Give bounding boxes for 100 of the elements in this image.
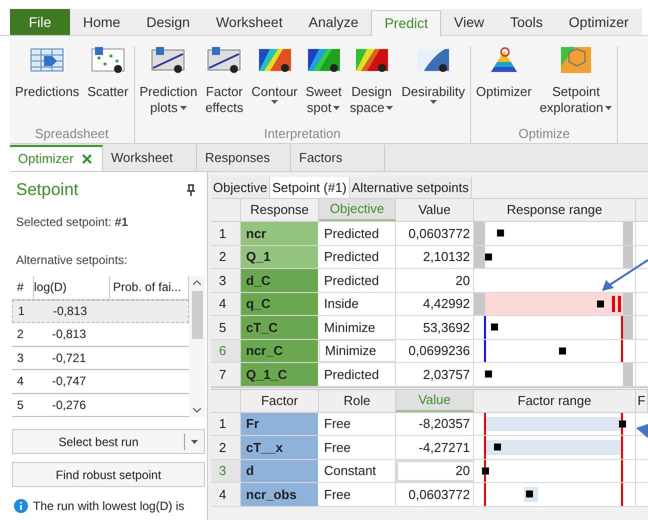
ribbon-button[interactable]: Factor effects	[204, 46, 244, 116]
document-tab[interactable]: Responses	[197, 145, 291, 171]
panel-title: Setpoint	[16, 179, 78, 201]
info-text: The run with lowest log(D) is	[33, 498, 184, 515]
file-tab[interactable]: File	[10, 9, 70, 35]
ribbon-tab[interactable]: Home	[70, 9, 134, 35]
column-header: F	[636, 390, 648, 412]
find-robust-setpoint-button[interactable]: Find robust setpoint	[12, 462, 205, 487]
table-cell: -4,27271	[396, 436, 474, 458]
row-number: 1	[211, 412, 241, 435]
table-cell: Constant	[319, 460, 396, 482]
column-header: Response range	[474, 199, 636, 221]
plot-icon	[151, 46, 186, 74]
setpoint-row[interactable]: 3 -0,721	[12, 346, 189, 370]
row-number: 3	[211, 269, 241, 292]
ribbon-button[interactable]: Desirability	[400, 46, 466, 104]
ribbon-button[interactable]: Setpoint exploration	[538, 46, 614, 116]
row-number: 2	[211, 246, 241, 268]
alternatives-label: Alternative setpoints:	[15, 252, 128, 268]
ribbon-tab[interactable]: Tools	[497, 9, 556, 35]
close-icon[interactable]	[82, 154, 92, 164]
row-number: 3	[211, 460, 241, 482]
name-cell: Q_1_C	[241, 363, 319, 386]
name-cell: ncr	[241, 222, 319, 244]
row-number: 1	[211, 222, 241, 244]
ribbon-button[interactable]: Contour	[250, 46, 299, 104]
name-cell: cT_C	[241, 316, 319, 338]
select-best-run-button[interactable]: Select best run	[12, 429, 205, 454]
name-cell: cT__x	[241, 436, 319, 458]
table-cell: -8,20357	[396, 412, 474, 435]
selected-setpoint-text: Selected setpoint: #1	[15, 214, 130, 230]
table-cell: Minimize	[319, 316, 396, 338]
table-cell: 20	[396, 460, 474, 482]
scrollbar-thumb[interactable]	[192, 290, 202, 338]
scatter-icon	[90, 46, 125, 74]
contour-plot-icon	[258, 46, 292, 74]
table-cell: Predicted	[319, 246, 396, 268]
ribbon-group-label: Spreadsheet	[34, 124, 109, 143]
name-cell: ncr_C	[241, 340, 319, 362]
ribbon-tab[interactable]: Optimizer	[556, 9, 642, 35]
ribbon-button[interactable]: Design space	[348, 46, 394, 116]
name-cell: ncr_obs	[241, 483, 319, 506]
name-cell: d	[241, 460, 319, 482]
ribbon-button[interactable]: Prediction plots	[138, 46, 198, 116]
column-header: Factor	[241, 390, 319, 412]
row-number: 2	[211, 436, 241, 458]
info-icon	[14, 499, 28, 513]
ribbon-tab[interactable]: Predict	[371, 10, 442, 36]
name-cell: q_C	[241, 292, 319, 315]
ribbon-tab[interactable]: Worksheet	[202, 9, 296, 35]
setpoint-row[interactable]: 1 -0,813	[12, 300, 189, 323]
table-cell: 0,0603772	[396, 483, 474, 506]
table-cell: Free	[319, 436, 396, 458]
document-tab[interactable]: Optimizer	[10, 145, 103, 171]
table-cell: 2,03757	[396, 363, 474, 386]
row-number: 6	[211, 340, 241, 362]
column-header: #	[12, 276, 34, 298]
ribbon-group-label: Interpretation	[264, 124, 341, 143]
sub-tab[interactable]: Alternative setpoints	[350, 177, 472, 198]
document-tab[interactable]: Factors	[291, 145, 385, 171]
ribbon-button[interactable]: Scatter	[86, 46, 130, 100]
table-cell: 20	[396, 269, 474, 292]
document-tab[interactable]: Worksheet	[103, 145, 197, 171]
table-cell: Minimize	[319, 340, 396, 362]
table-icon	[30, 46, 64, 74]
annotation-arrow	[600, 258, 648, 294]
desirability-icon	[416, 46, 450, 74]
scroll-up-icon[interactable]	[193, 280, 201, 284]
table-cell: 53,3692	[396, 316, 474, 338]
scrollbar[interactable]	[189, 276, 205, 417]
scroll-down-icon[interactable]	[193, 408, 201, 413]
ribbon-group-label: Optimize	[518, 124, 570, 143]
plot-icon	[207, 46, 242, 74]
column-header: Factor range	[474, 390, 636, 412]
row-number: 4	[211, 483, 241, 506]
ribbon-button[interactable]: Optimizer	[475, 46, 533, 100]
contour-plot-icon	[306, 46, 341, 74]
ribbon-tab[interactable]: Analyze	[296, 9, 372, 35]
row-number: 7	[211, 363, 241, 386]
table-cell: Free	[319, 412, 396, 435]
contour-plot-icon	[354, 46, 389, 74]
name-cell: Fr	[241, 412, 319, 435]
table-cell: 0,0699236	[396, 340, 474, 362]
table-cell: Predicted	[319, 363, 396, 386]
ribbon-button[interactable]: Sweet spot	[304, 46, 343, 116]
setpoint-row[interactable]: 5 -0,276	[12, 394, 189, 417]
sub-tab[interactable]: Setpoint (#1)	[270, 177, 350, 198]
row-number: 5	[211, 316, 241, 338]
table-cell: Free	[319, 483, 396, 506]
ribbon-button[interactable]: Predictions	[14, 46, 80, 100]
name-cell: d_C	[241, 269, 319, 292]
ribbon-tab[interactable]: View	[441, 9, 498, 35]
column-header: Value	[396, 199, 474, 221]
column-header: Value	[396, 390, 474, 412]
pin-icon[interactable]	[187, 184, 195, 196]
dropdown-caret-icon	[191, 440, 198, 444]
sub-tab[interactable]: Objective	[211, 177, 270, 198]
ribbon-tab[interactable]: Design	[133, 9, 203, 35]
table-cell: Inside	[319, 292, 396, 315]
table-cell: Predicted	[319, 222, 396, 244]
